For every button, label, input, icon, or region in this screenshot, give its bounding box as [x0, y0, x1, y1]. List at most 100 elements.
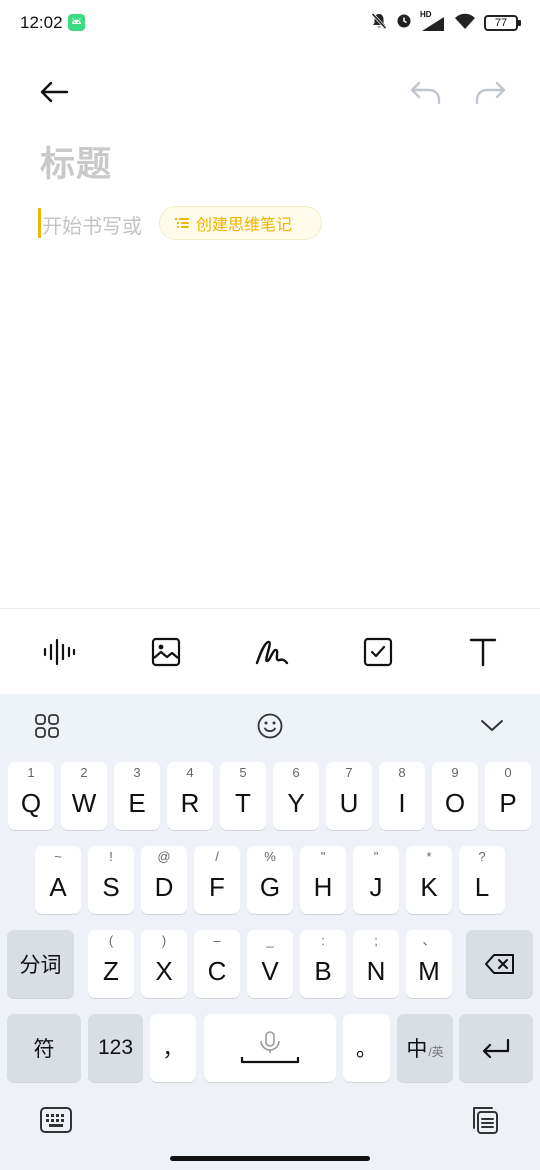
back-button[interactable]: [30, 70, 78, 114]
chevron-down-icon: [481, 720, 503, 731]
key-label: W: [71, 788, 97, 818]
key-s[interactable]: ! S: [88, 846, 134, 914]
key-h[interactable]: " H: [300, 846, 346, 914]
key-y[interactable]: 6Y: [273, 762, 319, 830]
key-n[interactable]: ; N: [353, 930, 399, 998]
key-d[interactable]: @ D: [141, 846, 187, 914]
key-hint: 2: [80, 765, 88, 780]
enter-key[interactable]: [459, 1014, 533, 1082]
key-hint: 7: [345, 765, 353, 780]
battery-level: 77: [494, 17, 508, 29]
key-label: C: [207, 956, 227, 986]
title-input[interactable]: 标题: [40, 136, 112, 187]
clipboard-button[interactable]: [462, 1098, 506, 1142]
keyboard: 1Q2W3E4R5T6Y7U8I9O0P ~ A! S @ D / F% G " H " J * K? L …: [0, 694, 540, 1170]
key-hint: ": [320, 849, 326, 864]
hd-label: HD: [420, 10, 432, 19]
key-hint: 3: [133, 765, 141, 780]
clipboard-icon: [473, 1107, 498, 1134]
key-label: X: [155, 956, 173, 986]
key-hint: 8: [398, 765, 406, 780]
key-hint: @: [157, 849, 171, 864]
redo-button[interactable]: [466, 70, 514, 114]
key-a[interactable]: ~ A: [35, 846, 81, 914]
key-label: D: [154, 872, 174, 902]
key-hint: _: [266, 933, 274, 948]
key-label: I: [398, 788, 406, 818]
key-hint: %: [264, 849, 276, 864]
key-u[interactable]: 7U: [326, 762, 372, 830]
handwriting-button[interactable]: [248, 628, 296, 676]
emoji-button[interactable]: [248, 704, 292, 748]
key-i[interactable]: 8I: [379, 762, 425, 830]
key-g[interactable]: % G: [247, 846, 293, 914]
symbol-key[interactable]: 符: [7, 1014, 81, 1082]
key-k[interactable]: * K: [406, 846, 452, 914]
key-w[interactable]: 2W: [61, 762, 107, 830]
key-z[interactable]: (Z: [88, 930, 134, 998]
key-m[interactable]: 、 M: [406, 930, 452, 998]
key-t[interactable]: 5T: [220, 762, 266, 830]
key-v[interactable]: _ V: [247, 930, 293, 998]
key-label: V: [261, 956, 279, 986]
key-label: A: [49, 872, 67, 902]
key-hint: ?: [478, 849, 486, 864]
key-f[interactable]: / F: [194, 846, 240, 914]
key-label: K: [420, 872, 438, 902]
key-hint: ~: [54, 849, 62, 864]
key-label: S: [102, 872, 120, 902]
keyboard-icon: [40, 1107, 72, 1133]
enter-icon: [482, 1038, 510, 1059]
period-key-label: 。: [356, 1038, 377, 1061]
key-b[interactable]: :B: [300, 930, 346, 998]
key-x[interactable]: ) X: [141, 930, 187, 998]
create-mind-map-button[interactable]: 创建思维笔记: [159, 206, 322, 240]
comma-key[interactable]: ，: [150, 1014, 196, 1082]
segment-key[interactable]: 分词: [7, 930, 74, 998]
create-mind-map-label: 创建思维笔记: [196, 215, 293, 234]
key-c[interactable]: – C: [194, 930, 240, 998]
space-key[interactable]: [204, 1014, 336, 1082]
key-hint: 1: [27, 765, 35, 780]
language-switch-key[interactable]: 中/英: [397, 1014, 453, 1082]
insert-image-button[interactable]: [142, 628, 190, 676]
keyboard-menu-button[interactable]: [25, 704, 69, 748]
key-label: F: [209, 872, 225, 902]
key-label: Y: [287, 788, 305, 818]
checklist-button[interactable]: [354, 628, 402, 676]
voice-button[interactable]: [35, 628, 83, 676]
key-q[interactable]: 1Q: [8, 762, 54, 830]
key-label: M: [418, 956, 440, 986]
key-l[interactable]: ? L: [459, 846, 505, 914]
number-key[interactable]: 123: [88, 1014, 143, 1082]
key-hint: /: [215, 849, 219, 864]
switch-keyboard-button[interactable]: [34, 1098, 78, 1142]
key-o[interactable]: 9O: [432, 762, 478, 830]
key-e[interactable]: 3E: [114, 762, 160, 830]
key-j[interactable]: " J: [353, 846, 399, 914]
checklist-icon: [363, 637, 393, 667]
hd-signal-icon: HD: [420, 10, 446, 33]
key-hint: 、: [422, 933, 436, 948]
backspace-key[interactable]: [466, 930, 533, 998]
home-indicator[interactable]: [170, 1156, 370, 1161]
key-hint: 9: [451, 765, 459, 780]
toolbar-divider: [0, 608, 540, 609]
text-format-button[interactable]: [459, 628, 507, 676]
key-p[interactable]: 0P: [485, 762, 531, 830]
key-hint: ): [161, 933, 167, 948]
body-input[interactable]: 开始书写或: [42, 210, 142, 239]
key-hint: *: [426, 849, 432, 864]
key-label: Q: [20, 788, 42, 818]
status-icons: HD 77: [370, 10, 521, 34]
key-r[interactable]: 4R: [167, 762, 213, 830]
language-key-main: 中: [406, 1038, 428, 1061]
key-hint: :: [321, 933, 325, 948]
period-key[interactable]: 。: [343, 1014, 390, 1082]
key-hint: 6: [292, 765, 300, 780]
emoji-icon: [257, 713, 283, 739]
grid-menu-icon: [35, 714, 59, 738]
key-label: L: [474, 872, 490, 902]
undo-button[interactable]: [402, 70, 450, 114]
hide-keyboard-button[interactable]: [470, 704, 514, 748]
